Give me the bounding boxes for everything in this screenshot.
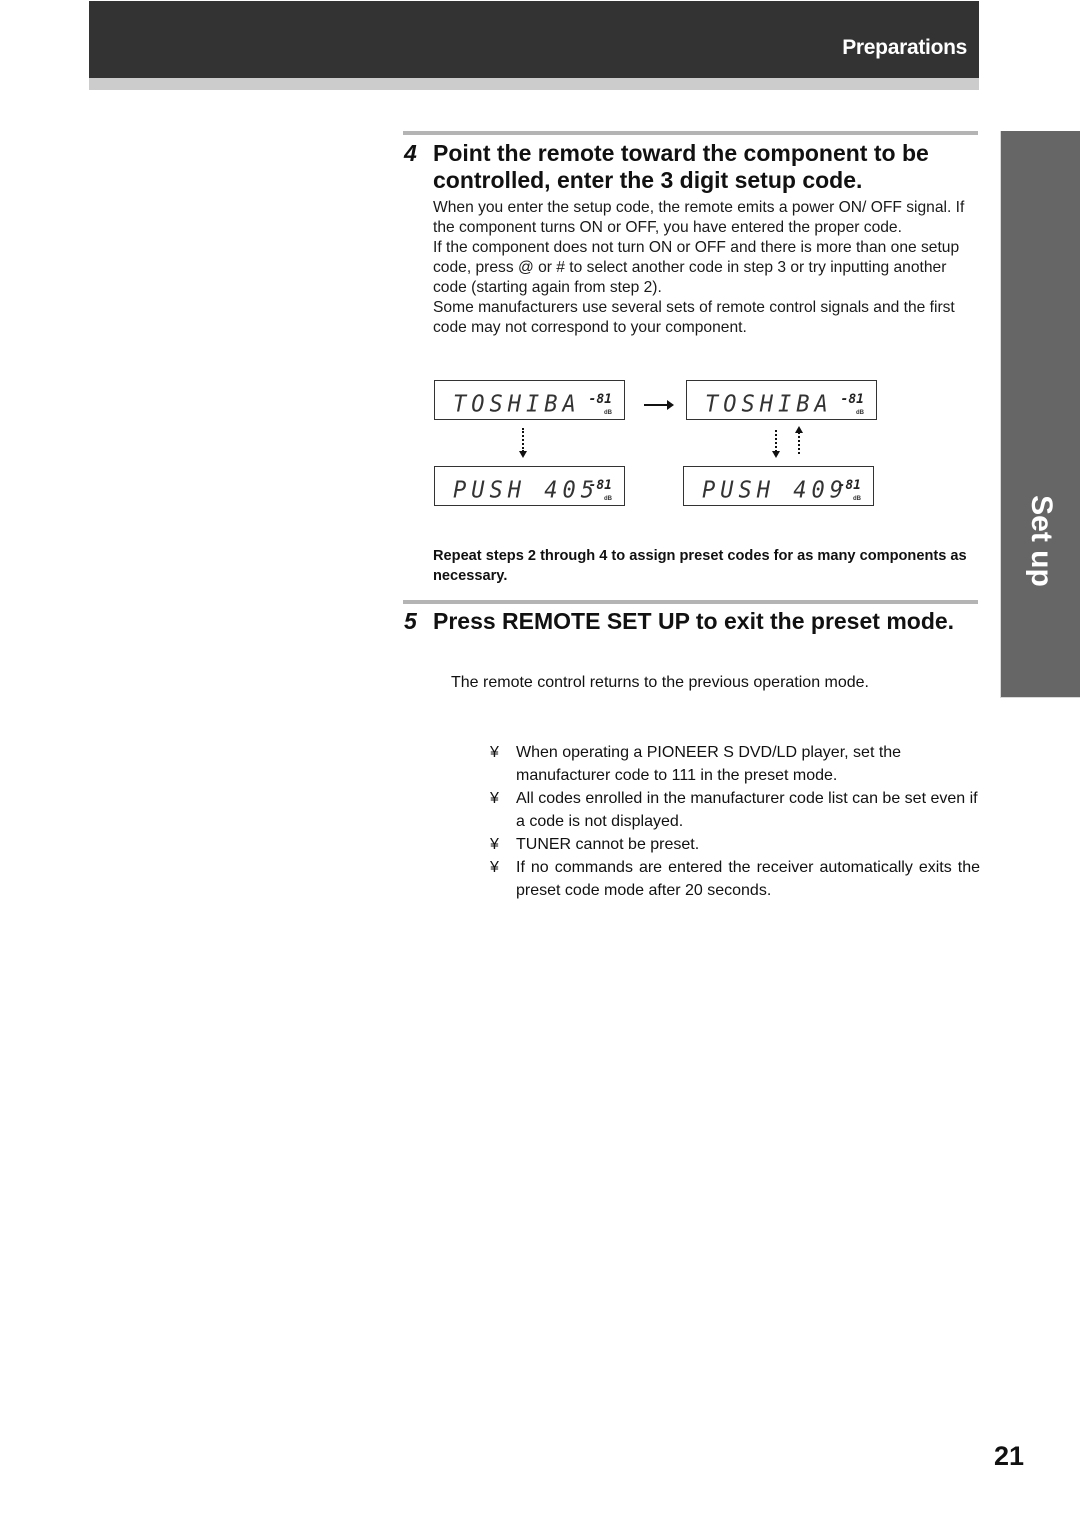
step-4-paragraph: If the component does not turn ON or OFF… xyxy=(433,239,960,296)
down-arrow-icon xyxy=(772,430,780,458)
chapter-side-tab: Set up xyxy=(1000,131,1080,698)
lcd-unit: dB xyxy=(604,410,612,416)
lcd-unit: dB xyxy=(856,410,864,416)
step-5-rule xyxy=(403,600,978,604)
lcd-level: -81 xyxy=(588,478,612,493)
step-5-number: 5 xyxy=(404,608,417,634)
page-number: 21 xyxy=(993,1441,1024,1471)
bullet-icon: ¥ xyxy=(490,790,499,807)
note-text: All codes enrolled in the manufacturer c… xyxy=(516,790,978,830)
lcd-text: TOSHIBA xyxy=(453,391,581,418)
up-arrow-icon xyxy=(795,426,803,454)
section-title: Preparations xyxy=(842,36,967,59)
lcd-display-push-409: PUSH 409 -81 dB xyxy=(683,466,874,506)
step-4-rule xyxy=(403,131,978,135)
section-header-strip xyxy=(89,78,979,90)
note-item: ¥ TUNER cannot be preset. xyxy=(490,833,980,856)
note-text: TUNER cannot be preset. xyxy=(516,836,700,853)
step-5-title: Press REMOTE SET UP to exit the preset m… xyxy=(433,608,955,634)
note-item: ¥ All codes enrolled in the manufacturer … xyxy=(490,787,980,833)
step-4-body: When you enter the setup code, the remot… xyxy=(433,198,981,338)
step-4-title: Point the remote toward the component to… xyxy=(433,140,929,193)
lcd-display-push-405: PUSH 405 -81 dB xyxy=(434,466,625,506)
right-arrow-icon xyxy=(644,400,674,410)
note-item: ¥ When operating a PIONEER S DVD/LD playe… xyxy=(490,741,980,787)
repeat-note: Repeat steps 2 through 4 to assign prese… xyxy=(433,548,967,584)
lcd-level: -81 xyxy=(837,478,861,493)
bullet-icon: ¥ xyxy=(490,744,499,761)
lcd-level: -81 xyxy=(840,392,864,407)
down-arrow-icon xyxy=(519,428,527,458)
lcd-unit: dB xyxy=(604,496,612,502)
lcd-level: -81 xyxy=(588,392,612,407)
note-item: ¥ If no commands are entered the receiver… xyxy=(490,856,980,902)
lcd-text: PUSH 409 xyxy=(702,477,848,504)
note-text: When operating a PIONEER S DVD/LD player… xyxy=(516,744,902,784)
chapter-side-tab-label: Set up xyxy=(1025,495,1058,587)
note-text: If no commands are entered the receiver … xyxy=(516,859,980,899)
step-5-body: The remote control returns to the previo… xyxy=(451,674,869,691)
step-4-paragraph: Some manufacturers use several sets of r… xyxy=(433,299,955,336)
notes-list: ¥ When operating a PIONEER S DVD/LD playe… xyxy=(490,741,980,902)
bullet-icon: ¥ xyxy=(490,859,499,876)
lcd-unit: dB xyxy=(853,496,861,502)
bullet-icon: ¥ xyxy=(490,836,499,853)
lcd-display-toshiba-2: TOSHIBA -81 dB xyxy=(686,380,877,420)
lcd-text: PUSH 405 xyxy=(453,477,599,504)
step-4-paragraph: When you enter the setup code, the remot… xyxy=(433,199,965,236)
step-4-number: 4 xyxy=(404,140,417,166)
lcd-display-toshiba-1: TOSHIBA -81 dB xyxy=(434,380,625,420)
lcd-text: TOSHIBA xyxy=(705,391,833,418)
